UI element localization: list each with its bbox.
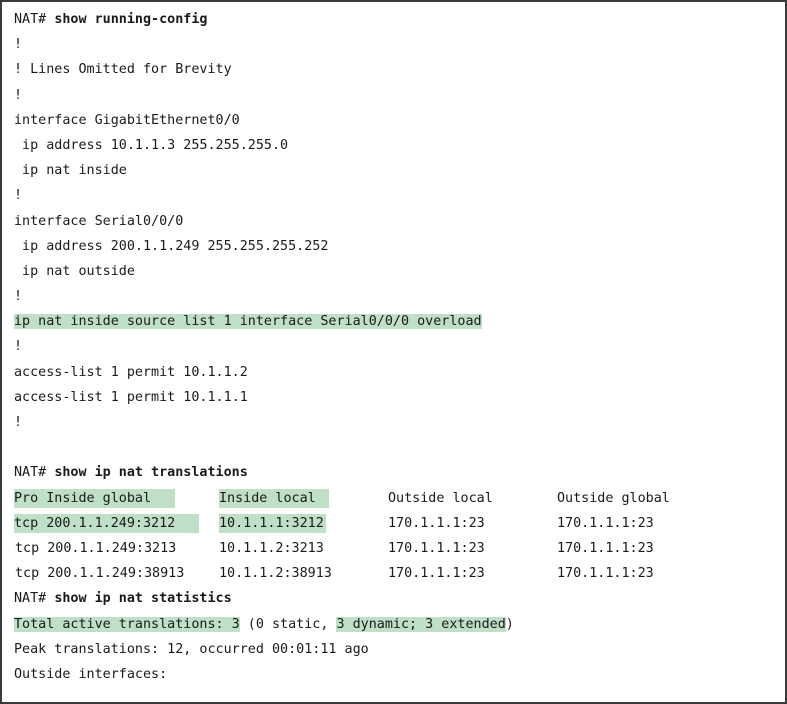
cell-pro-inside-global: tcp 200.1.1.249:3212 bbox=[14, 513, 200, 533]
config-line: ! bbox=[14, 339, 23, 355]
config-line: ! bbox=[14, 415, 23, 430]
header-outside-local: Outside local bbox=[388, 490, 493, 506]
nat-statement-line: ip nat inside source list 1 interface Se… bbox=[14, 312, 514, 337]
command-text: show ip nat statistics bbox=[54, 591, 232, 607]
config-line: ! bbox=[14, 87, 23, 103]
cell-outside-local: 170.1.1.1:23 bbox=[388, 566, 485, 582]
translation-row: tcp 200.1.1.249:38913 10.1.1.2:38913 170… bbox=[14, 564, 654, 589]
translation-row: tcp 200.1.1.249:3212 10.1.1.1:3212 170.1… bbox=[14, 513, 654, 539]
config-comment-line: ! Lines Omitted for Brevity bbox=[14, 62, 232, 78]
config-line: ! bbox=[14, 289, 23, 305]
prompt: NAT# bbox=[14, 465, 55, 481]
header-outside-global: Outside global bbox=[557, 490, 670, 506]
header-pro-inside-global: Pro Inside global bbox=[14, 488, 176, 508]
total-active-highlight: Total active translations: 3 bbox=[14, 616, 240, 632]
config-line: ip address 200.1.1.249 255.255.255.252 bbox=[14, 238, 329, 254]
config-line: ! bbox=[14, 37, 23, 53]
translations-header-row: Pro Inside global Inside local Outside l… bbox=[14, 488, 670, 514]
config-line: access-list 1 permit 10.1.1.2 bbox=[14, 364, 248, 380]
cell-pro-inside-global: tcp 200.1.1.249:38913 bbox=[15, 566, 185, 582]
prompt: NAT# bbox=[14, 591, 55, 607]
translation-row: tcp 200.1.1.249:3213 10.1.1.2:3213 170.1… bbox=[14, 539, 654, 564]
cell-outside-global: 170.1.1.1:23 bbox=[557, 566, 654, 582]
config-line: ! bbox=[14, 188, 23, 204]
cell-outside-local: 170.1.1.1:23 bbox=[388, 540, 485, 556]
header-inside-local: Inside local bbox=[219, 488, 329, 508]
config-line: interface GigabitEthernet0/0 bbox=[14, 112, 240, 128]
cell-outside-local: 170.1.1.1:23 bbox=[388, 515, 485, 531]
outside-interfaces-line: Outside interfaces: bbox=[14, 666, 168, 682]
terminal-output: NAT# show running-config ! ! Lines Omitt… bbox=[14, 10, 670, 690]
command-text: show ip nat translations bbox=[54, 465, 248, 481]
command-text: show running-config bbox=[54, 12, 208, 27]
cell-inside-local: 10.1.1.2:3213 bbox=[219, 540, 324, 556]
prompt: NAT# bbox=[14, 12, 55, 27]
nat-statement-highlight: ip nat inside source list 1 interface Se… bbox=[14, 314, 482, 330]
dynamic-extended-highlight: 3 dynamic; 3 extended bbox=[336, 616, 506, 632]
static-count-text: (0 static, bbox=[239, 616, 337, 632]
close-paren: ) bbox=[505, 616, 514, 632]
terminal-output-frame: NAT# show running-config ! ! Lines Omitt… bbox=[0, 0, 787, 704]
total-active-line: Total active translations: 3 (0 static, … bbox=[14, 615, 514, 640]
cell-pro-inside-global: tcp 200.1.1.249:3213 bbox=[15, 540, 177, 556]
cell-inside-local: 10.1.1.2:38913 bbox=[219, 566, 332, 582]
command-line-running-config: NAT# show running-config bbox=[14, 10, 514, 35]
cell-outside-global: 170.1.1.1:23 bbox=[557, 515, 654, 531]
command-line-statistics: NAT# show ip nat statistics bbox=[14, 589, 514, 614]
cell-inside-local: 10.1.1.1:3212 bbox=[219, 513, 326, 533]
cell-outside-global: 170.1.1.1:23 bbox=[557, 540, 654, 556]
config-line: ip nat outside bbox=[14, 263, 135, 279]
config-line: ip nat inside bbox=[14, 163, 127, 179]
peak-translations-line: Peak translations: 12, occurred 00:01:11… bbox=[14, 641, 369, 657]
command-line-translations: NAT# show ip nat translations bbox=[14, 463, 514, 488]
config-line: access-list 1 permit 10.1.1.1 bbox=[14, 389, 248, 405]
config-line: interface Serial0/0/0 bbox=[14, 213, 184, 229]
config-line: ip address 10.1.1.3 255.255.255.0 bbox=[14, 137, 289, 153]
